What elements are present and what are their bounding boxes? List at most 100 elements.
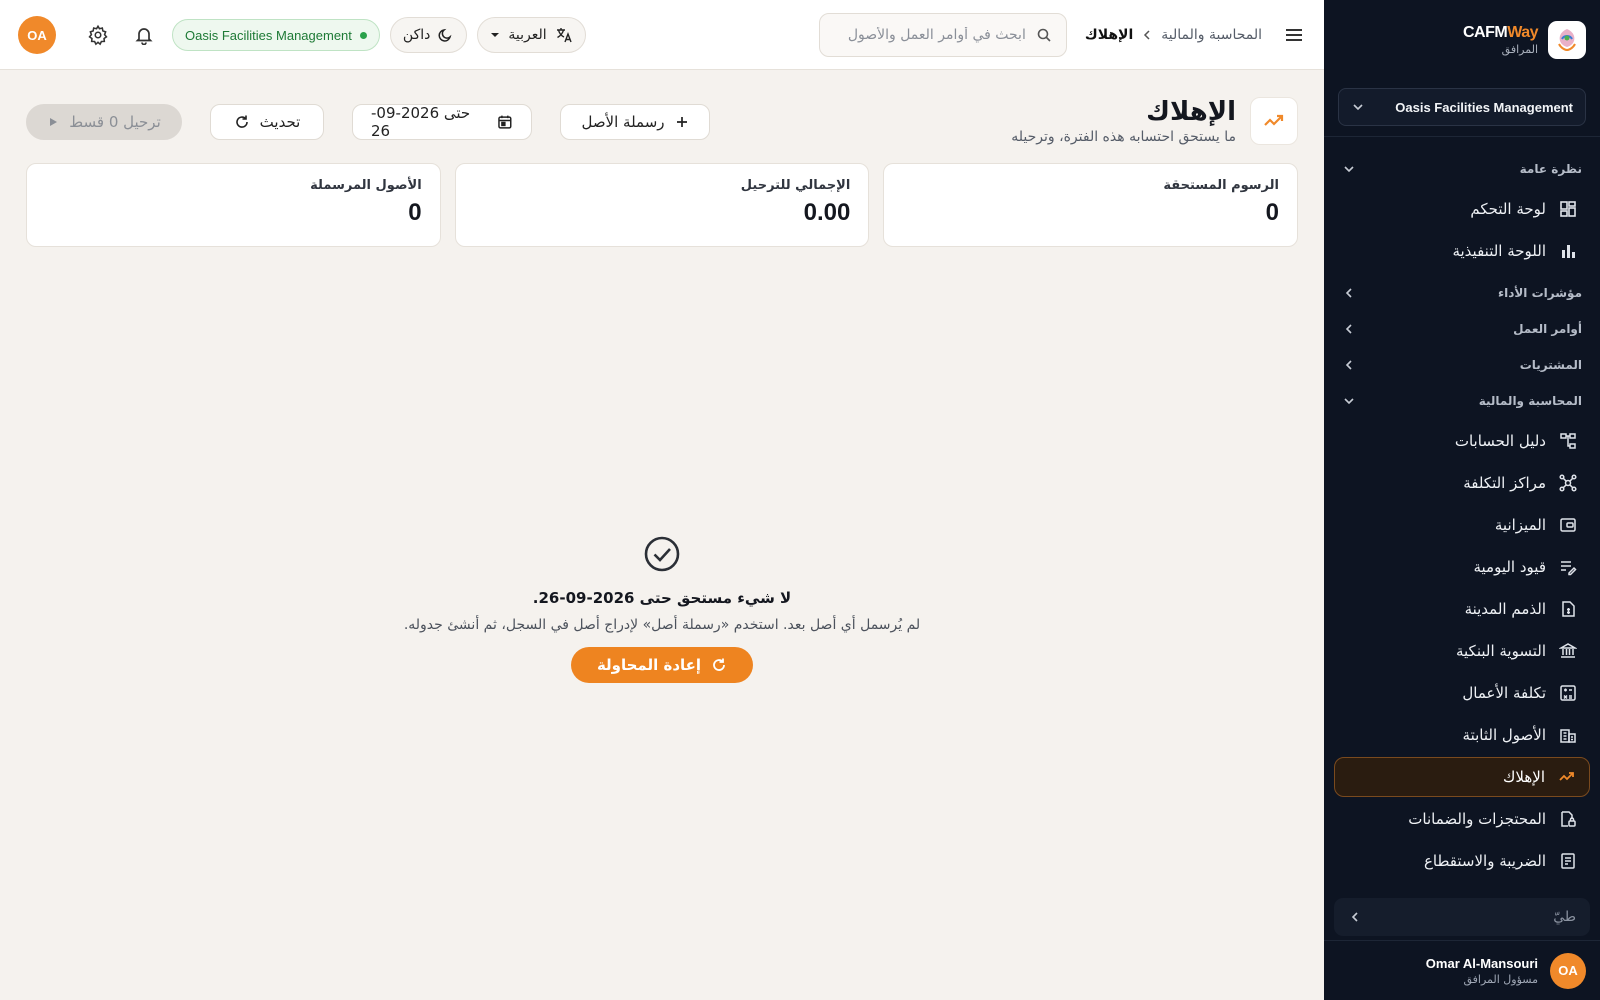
page-header: الإهلاك ما يستحق احتسابه هذه الفترة، وتر… [1011, 97, 1298, 145]
wallet-icon [1558, 515, 1578, 535]
sidebar-item-label: قيود اليومية [1473, 558, 1546, 576]
user-name: Omar Al-Mansouri [1425, 955, 1538, 971]
date-filter-button[interactable]: حتى 2026-09-26 [352, 104, 532, 140]
org-badge[interactable]: Oasis Facilities Management [172, 19, 380, 51]
sidebar-item-journal-entries[interactable]: قيود اليومية [1334, 547, 1590, 587]
caret-down-icon [491, 33, 500, 37]
sidebar-divider [1324, 136, 1600, 137]
page-subtitle: ما يستحق احتسابه هذه الفترة، وترحيله [1011, 129, 1236, 145]
capitalize-asset-button[interactable]: رسملة الأصل [560, 104, 710, 140]
search-icon [1037, 28, 1051, 42]
sidebar-user[interactable]: OA Omar Al-Mansouri مسؤول المرافق [1324, 940, 1600, 1000]
theme-toggle[interactable]: داكن [389, 17, 468, 53]
stat-card-total-to-post: الإجمالي للترحيل 0.00 [454, 163, 870, 247]
nav-section-work-orders[interactable]: أوامر العمل [1324, 311, 1600, 347]
retry-button[interactable]: إعادة المحاولة [570, 647, 754, 683]
chevron-left-icon [1345, 288, 1352, 298]
sidebar-item-fixed-assets[interactable]: الأصول الثابتة [1334, 715, 1590, 755]
avatar[interactable]: OA [18, 16, 56, 54]
sidebar-item-depreciation[interactable]: الإهلاك [1334, 757, 1590, 797]
main-content: الإهلاك ما يستحق احتسابه هذه الفترة، وتر… [0, 71, 1324, 1000]
receivable-doc-icon [1558, 599, 1578, 619]
refresh-button[interactable]: تحديث [210, 104, 324, 140]
translate-icon [556, 28, 572, 43]
sidebar-item-retentions[interactable]: المحتجزات والضمانات [1334, 799, 1590, 839]
nav-section-label: نظرة عامة [1519, 162, 1582, 176]
sidebar-collapse-button[interactable]: طيّ [1334, 898, 1590, 936]
language-label: العربية [508, 27, 547, 43]
page-actions: ترحيل 0 قسط تحديث حتى 2026-09-26 رسملة ا… [26, 104, 710, 140]
moon-icon [438, 28, 452, 42]
sidebar-item-cost-centers[interactable]: مراكز التكلفة [1334, 463, 1590, 503]
sidebar-item-job-costing[interactable]: تكلفة الأعمال [1334, 673, 1590, 713]
stat-card-charges-due: الرسوم المستحقة 0 [883, 163, 1298, 247]
gear-icon [88, 24, 108, 46]
nav-section-overview[interactable]: نظرة عامة [1324, 151, 1600, 187]
post-installments-label: ترحيل 0 قسط [69, 113, 161, 131]
chevron-left-icon [1351, 912, 1358, 922]
org-badge-label: Oasis Facilities Management [185, 27, 352, 43]
empty-state: لا شيء مستحق حتى 2026-09-26. لم يُرسمل أ… [0, 535, 1324, 683]
sidebar: CAFMWay المرافق Oasis Facilities Managem… [1324, 0, 1600, 1000]
menu-icon[interactable] [1282, 23, 1306, 47]
trending-down-icon [1557, 767, 1577, 787]
dashboard-grid-icon [1558, 199, 1578, 219]
sidebar-item-executive-board[interactable]: اللوحة التنفيذية [1334, 231, 1590, 271]
bar-chart-icon [1558, 241, 1578, 261]
breadcrumb-parent[interactable]: المحاسبة والمالية [1161, 27, 1262, 43]
nav-section-accounting[interactable]: المحاسبة والمالية [1324, 383, 1600, 419]
sidebar-item-dashboard[interactable]: لوحة التحكم [1334, 189, 1590, 229]
nav-section-label: أوامر العمل [1513, 322, 1582, 336]
refresh-icon [713, 658, 725, 671]
nav-section-procurement[interactable]: المشتريات [1324, 347, 1600, 383]
sidebar-item-tax[interactable]: الضريبة والاستقطاع [1334, 841, 1590, 881]
collapse-label: طيّ [1553, 909, 1576, 925]
sidebar-item-bank-reconciliation[interactable]: التسوية البنكية [1334, 631, 1590, 671]
notifications-button[interactable] [126, 17, 162, 53]
status-dot [359, 31, 367, 39]
sidebar-item-budget[interactable]: الميزانية [1334, 505, 1590, 545]
calculator-icon [1558, 683, 1578, 703]
sidebar-item-chart-of-accounts[interactable]: دليل الحسابات [1334, 421, 1590, 461]
chevron-left-icon [1345, 360, 1352, 370]
sidebar-item-receivables[interactable]: الذمم المدينة [1334, 589, 1590, 629]
stat-card-capitalized-assets: الأصول المرسملة 0 [25, 163, 441, 247]
org-selector-label: Oasis Facilities Management [1395, 99, 1573, 115]
date-filter-label: حتى 2026-09-26 [371, 104, 471, 140]
chevron-down-icon [1344, 398, 1354, 405]
topbar-actions: OA Oasis Facilities Management داكن العر… [18, 0, 586, 70]
trending-down-icon [1250, 97, 1298, 145]
breadcrumb: المحاسبة والمالية الإهلاك [1085, 27, 1262, 43]
search-input[interactable] [845, 26, 1026, 43]
brand-subtitle: المرافق [1501, 43, 1538, 56]
brand[interactable]: CAFMWay المرافق [1324, 0, 1600, 80]
search-box[interactable] [818, 12, 1067, 57]
stats-cards: الرسوم المستحقة 0 الإجمالي للترحيل 0.00 … [25, 163, 1298, 247]
chevron-left-icon [1345, 324, 1352, 334]
org-selector[interactable]: Oasis Facilities Management [1338, 88, 1586, 126]
sidebar-item-label: مراكز التكلفة [1463, 474, 1546, 492]
tax-icon [1558, 851, 1578, 871]
play-icon [50, 118, 58, 126]
stat-label: الإجمالي للترحيل [740, 178, 851, 193]
stat-value: 0 [1265, 199, 1279, 226]
nav-section-kpis[interactable]: مؤشرات الأداء [1324, 275, 1600, 311]
check-circle-icon [644, 536, 680, 572]
settings-button[interactable] [80, 17, 116, 53]
sidebar-item-label: الإهلاك [1503, 768, 1545, 786]
page-title: الإهلاك [1146, 97, 1236, 127]
chevron-left-icon [1144, 29, 1150, 40]
plus-icon [676, 117, 687, 127]
language-select[interactable]: العربية [477, 17, 586, 53]
refresh-label: تحديث [259, 113, 301, 131]
stat-value: 0.00 [803, 199, 851, 226]
sidebar-item-label: الذمم المدينة [1464, 600, 1546, 618]
avatar: OA [1550, 952, 1586, 989]
sidebar-item-label: دليل الحسابات [1454, 432, 1546, 450]
post-installments-button[interactable]: ترحيل 0 قسط [26, 104, 182, 140]
user-role: مسؤول المرافق [1463, 972, 1538, 986]
chevron-down-icon [1353, 104, 1363, 111]
stat-value: 0 [408, 199, 422, 226]
calendar-icon [498, 115, 512, 129]
topbar: المحاسبة والمالية الإهلاك OA Oasis Facil… [0, 0, 1324, 70]
